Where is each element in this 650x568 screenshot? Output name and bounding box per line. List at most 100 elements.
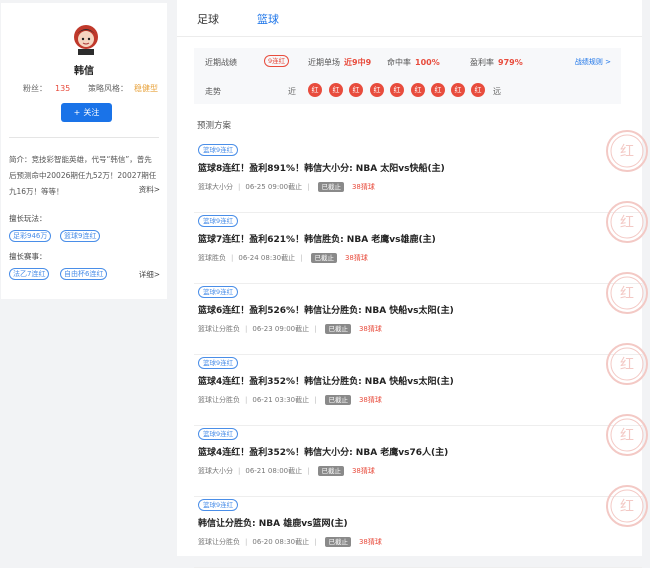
fans-label: 粉丝： (23, 84, 47, 93)
plan-type: 篮球胜负 (198, 254, 226, 262)
trend-dot: 红 (349, 83, 363, 97)
trend-label: 走势 (205, 87, 221, 96)
follow-button[interactable]: + 关注 (61, 103, 112, 122)
bio-more-link[interactable]: 资料> (139, 184, 160, 195)
plan-deadline: 06-24 08:30截止 (238, 254, 296, 262)
plan-type: 篮球让分胜负 (198, 325, 240, 333)
separator: | (245, 325, 248, 333)
event-tag[interactable]: 自由杯6连红 (60, 268, 108, 280)
separator: | (300, 254, 303, 262)
plan-deadline: 06-25 09:00截止 (245, 183, 303, 191)
svg-text:红: 红 (620, 215, 634, 231)
closed-badge: 已截止 (325, 537, 351, 547)
plan-title[interactable]: 韩信让分胜负: NBA 雄鹿vs篮网(主) (198, 516, 348, 529)
svg-text:红: 红 (620, 357, 634, 373)
hit-value: 100% (415, 58, 440, 67)
strategy-label: 策略风格： (88, 84, 128, 93)
plan-tag: 篮球9连红 (198, 499, 239, 511)
plan-deadline: 06-21 03:30截止 (252, 396, 310, 404)
plan-price: 38猜球 (351, 183, 375, 191)
svg-text:红: 红 (620, 428, 634, 444)
plan-card[interactable]: 篮球9连红 篮球8连红！盈利891%！韩信大小分: NBA 太阳vs快船(主) … (194, 130, 648, 213)
svg-text:红: 红 (620, 499, 634, 515)
hit-label: 命中率 (387, 58, 411, 67)
closed-badge: 已截止 (325, 395, 351, 405)
rules-link[interactable]: 战绩规则 > (575, 57, 611, 67)
event-tag[interactable]: 法乙7连红 (9, 268, 50, 280)
strategy-style: 策略风格： 稳健型 (88, 83, 158, 94)
plan-type: 篮球大小分 (198, 183, 233, 191)
trend-near-label: 近 (288, 87, 296, 96)
divider (9, 137, 159, 138)
section-title: 预测方案 (197, 121, 232, 131)
single-label: 近期单场 (308, 58, 340, 67)
plan-card[interactable]: 篮球9连红 篮球6连红！盈利526%！韩信让分胜负: NBA 快船vs太阳(主)… (194, 272, 648, 355)
plan-tag: 篮球9连红 (198, 428, 239, 440)
single-value: 近9中9 (344, 58, 372, 67)
tab-basketball[interactable]: 篮球 (257, 11, 279, 27)
plan-price: 38猜球 (358, 538, 382, 546)
follow-label: 关注 (83, 108, 100, 117)
recent-label: 近期战绩 (205, 58, 237, 67)
plus-icon: + (73, 108, 81, 117)
separator: | (245, 538, 248, 546)
plan-meta: 篮球大小分 | 06-21 08:00截止 | 已截止 38猜球 (198, 466, 375, 476)
closed-badge: 已截止 (318, 466, 344, 476)
plan-type: 篮球让分胜负 (198, 538, 240, 546)
closed-badge: 已截止 (311, 253, 337, 263)
trend-dot: 红 (431, 83, 445, 97)
separator: | (238, 183, 241, 191)
plan-meta: 篮球大小分 | 06-25 09:00截止 | 已截止 38猜球 (198, 182, 375, 192)
red-stamp-icon: 红 (606, 414, 648, 456)
red-stamp-icon: 红 (606, 130, 648, 172)
separator: | (245, 396, 248, 404)
play-tag[interactable]: 篮球9连红 (60, 230, 101, 242)
trend-dot: 红 (370, 83, 384, 97)
plan-type: 篮球大小分 (198, 467, 233, 475)
plan-card[interactable]: 篮球9连红 篮球4连红！盈利352%！韩信大小分: NBA 老鹰vs76人(主)… (194, 414, 648, 497)
plan-price: 38猜球 (358, 396, 382, 404)
single-stat: 近期单场 近9中9 (308, 57, 371, 68)
event-label: 擅长赛事： (9, 252, 47, 261)
profit-stat: 盈利率 979% (470, 57, 523, 68)
plan-meta: 篮球让分胜负 | 06-20 08:30截止 | 已截止 38猜球 (198, 537, 382, 547)
separator: | (231, 254, 234, 262)
red-stamp-icon: 红 (606, 272, 648, 314)
plan-card[interactable]: 篮球9连红 篮球7连红！盈利621%！韩信胜负: NBA 老鹰vs雄鹿(主) 篮… (194, 201, 648, 284)
separator: | (314, 538, 317, 546)
plan-title[interactable]: 篮球4连红！盈利352%！韩信大小分: NBA 老鹰vs76人(主) (198, 445, 448, 458)
plan-card[interactable]: 篮球9连红 篮球4连红！盈利352%！韩信让分胜负: NBA 快船vs太阳(主)… (194, 343, 648, 426)
fans-count: 粉丝： 135 (23, 83, 70, 94)
fans-value: 135 (55, 84, 71, 93)
tab-football[interactable]: 足球 (197, 11, 219, 27)
separator: | (314, 396, 317, 404)
stats-box: 近期战绩 9连红 近期单场 近9中9 命中率 100% 盈利率 979% 战绩规则 >… (194, 48, 621, 104)
plan-card[interactable]: 篮球9连红 韩信让分胜负: NBA 雄鹿vs篮网(主) 篮球让分胜负 | 06-… (194, 485, 648, 568)
plan-meta: 篮球让分胜负 | 06-21 03:30截止 | 已截止 38猜球 (198, 395, 382, 405)
plan-title[interactable]: 篮球8连红！盈利891%！韩信大小分: NBA 太阳vs快船(主) (198, 161, 445, 174)
trend-dot: 红 (329, 83, 343, 97)
svg-text:红: 红 (620, 286, 634, 302)
plan-tag: 篮球9连红 (198, 144, 239, 156)
plan-tag: 篮球9连红 (198, 286, 239, 298)
plan-meta: 篮球胜负 | 06-24 08:30截止 | 已截止 38猜球 (198, 253, 368, 263)
event-more-link[interactable]: 详细> (139, 269, 160, 280)
plan-title[interactable]: 篮球7连红！盈利621%！韩信胜负: NBA 老鹰vs雄鹿(主) (198, 232, 436, 245)
main-panel: 足球 篮球 近期战绩 9连红 近期单场 近9中9 命中率 100% 盈利率 979% … (177, 0, 648, 568)
bio-line: 后预测命中20026期任九52万！20027期任 (9, 170, 157, 180)
profile-name: 韩信 (74, 66, 94, 77)
plan-deadline: 06-21 08:00截止 (245, 467, 303, 475)
plan-title[interactable]: 篮球4连红！盈利352%！韩信让分胜负: NBA 快船vs太阳(主) (198, 374, 454, 387)
play-label: 擅长玩法： (9, 214, 47, 223)
red-stamp-icon: 红 (606, 201, 648, 243)
red-stamp-icon: 红 (606, 485, 648, 527)
avatar[interactable] (70, 21, 102, 55)
play-tag[interactable]: 足彩946万 (9, 230, 52, 242)
bio-line: 简介：竞技彩智能英雄，代号“韩信”，曾先 (9, 155, 152, 164)
plan-deadline: 06-20 08:30截止 (252, 538, 310, 546)
separator: | (307, 467, 310, 475)
plan-title[interactable]: 篮球6连红！盈利526%！韩信让分胜负: NBA 快船vs太阳(主) (198, 303, 454, 316)
plan-price: 38猜球 (351, 467, 375, 475)
red-stamp-icon: 红 (606, 343, 648, 385)
trend-dot: 红 (411, 83, 425, 97)
